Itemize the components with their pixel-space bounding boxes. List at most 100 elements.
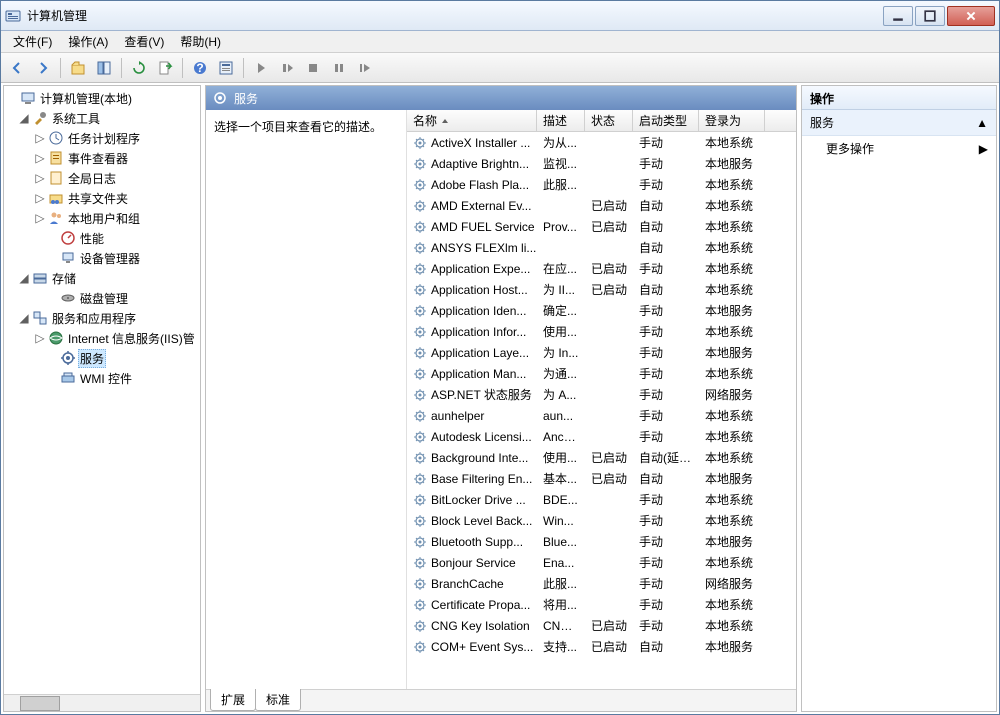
close-button[interactable]: [947, 6, 995, 26]
tree-task-scheduler[interactable]: ▷ 任务计划程序: [6, 128, 198, 148]
service-row[interactable]: Bluetooth Supp...Blue...手动本地服务: [407, 531, 796, 552]
users-icon: [48, 210, 64, 226]
log-icon: [48, 170, 64, 186]
tree-services[interactable]: 服务: [6, 348, 198, 368]
list-header: 名称 描述 状态 启动类型 登录为: [407, 110, 796, 132]
main-area: 计算机管理(本地) ◢ 系统工具 ▷ 任务计划程序 ▷ 事件查看器 ▷ 全局日志: [1, 83, 999, 714]
tree-shared-folders[interactable]: ▷ 共享文件夹: [6, 188, 198, 208]
collapse-icon: ▲: [976, 116, 988, 130]
storage-icon: [32, 270, 48, 286]
services-icon: [60, 350, 76, 366]
menu-action[interactable]: 操作(A): [60, 31, 116, 52]
service-row[interactable]: Base Filtering En...基本...已启动自动本地服务: [407, 468, 796, 489]
menu-view[interactable]: 查看(V): [116, 31, 172, 52]
service-row[interactable]: Application Host...为 II...已启动自动本地系统: [407, 279, 796, 300]
service-row[interactable]: BranchCache此服...手动网络服务: [407, 573, 796, 594]
window-title: 计算机管理: [27, 7, 883, 24]
minimize-button[interactable]: [883, 6, 913, 26]
tree-wmi[interactable]: WMI 控件: [6, 368, 198, 388]
column-startup[interactable]: 启动类型: [633, 110, 699, 131]
menubar: 文件(F) 操作(A) 查看(V) 帮助(H): [1, 31, 999, 53]
maximize-button[interactable]: [915, 6, 945, 26]
menu-file[interactable]: 文件(F): [5, 31, 60, 52]
actions-section[interactable]: 服务 ▲: [802, 110, 996, 136]
service-row[interactable]: Certificate Propa...将用...手动本地系统: [407, 594, 796, 615]
column-logon[interactable]: 登录为: [699, 110, 765, 131]
tree-device-manager[interactable]: 设备管理器: [6, 248, 198, 268]
iis-icon: [48, 330, 64, 346]
service-row[interactable]: Application Expe...在应...已启动手动本地系统: [407, 258, 796, 279]
pause-service-button[interactable]: [327, 56, 351, 80]
device-icon: [60, 250, 76, 266]
service-row[interactable]: CNG Key IsolationCNG...已启动手动本地系统: [407, 615, 796, 636]
tree-scrollbar-horizontal[interactable]: [4, 694, 200, 711]
titlebar: 计算机管理: [1, 1, 999, 31]
refresh-button[interactable]: [127, 56, 151, 80]
tree-performance[interactable]: 性能: [6, 228, 198, 248]
stop-service-button[interactable]: [301, 56, 325, 80]
event-icon: [48, 150, 64, 166]
service-row[interactable]: Application Infor...使用...手动本地系统: [407, 321, 796, 342]
toolbar: ?: [1, 53, 999, 83]
tab-standard[interactable]: 标准: [255, 689, 301, 711]
service-row[interactable]: COM+ Event Sys...支持...已启动自动本地服务: [407, 636, 796, 657]
menu-help[interactable]: 帮助(H): [172, 31, 229, 52]
tree-event-viewer[interactable]: ▷ 事件查看器: [6, 148, 198, 168]
services-header-icon: [212, 90, 228, 106]
column-name[interactable]: 名称: [407, 110, 537, 131]
service-row[interactable]: Application Laye...为 In...手动本地服务: [407, 342, 796, 363]
center-header: 服务: [206, 86, 796, 110]
export-button[interactable]: [153, 56, 177, 80]
tree-services-apps[interactable]: ◢ 服务和应用程序: [6, 308, 198, 328]
help-button[interactable]: ?: [188, 56, 212, 80]
service-row[interactable]: BitLocker Drive ...BDE...手动本地系统: [407, 489, 796, 510]
start-service-button[interactable]: [249, 56, 273, 80]
wmi-icon: [60, 370, 76, 386]
tab-extended[interactable]: 扩展: [210, 689, 256, 711]
service-row[interactable]: Bonjour ServiceEna...手动本地系统: [407, 552, 796, 573]
description-area: 选择一个项目来查看它的描述。: [206, 110, 406, 689]
service-row[interactable]: Block Level Back...Win...手动本地系统: [407, 510, 796, 531]
list-rows[interactable]: ActiveX Installer ...为从...手动本地系统Adaptive…: [407, 132, 796, 689]
service-row[interactable]: Application Iden...确定...手动本地服务: [407, 300, 796, 321]
tree-system-tools[interactable]: ◢ 系统工具: [6, 108, 198, 128]
properties-button[interactable]: [214, 56, 238, 80]
center-tabs: 扩展 标准: [206, 689, 796, 711]
service-row[interactable]: ASP.NET 状态服务为 A...手动网络服务: [407, 384, 796, 405]
service-row[interactable]: Adaptive Brightn...监视...手动本地服务: [407, 153, 796, 174]
service-row[interactable]: Autodesk Licensi...Anch...手动本地系统: [407, 426, 796, 447]
tree-storage[interactable]: ◢ 存储: [6, 268, 198, 288]
service-row[interactable]: Adobe Flash Pla...此服...手动本地系统: [407, 174, 796, 195]
performance-icon: [60, 230, 76, 246]
tree-local-users[interactable]: ▷ 本地用户和组: [6, 208, 198, 228]
service-row[interactable]: Background Inte...使用...已启动自动(延迟...本地系统: [407, 447, 796, 468]
service-row[interactable]: Application Man...为通...手动本地系统: [407, 363, 796, 384]
column-desc[interactable]: 描述: [537, 110, 585, 131]
pause-stop-button[interactable]: [275, 56, 299, 80]
tree-disk-management[interactable]: 磁盘管理: [6, 288, 198, 308]
service-row[interactable]: ActiveX Installer ...为从...手动本地系统: [407, 132, 796, 153]
nav-tree[interactable]: 计算机管理(本地) ◢ 系统工具 ▷ 任务计划程序 ▷ 事件查看器 ▷ 全局日志: [4, 86, 200, 694]
service-row[interactable]: AMD External Ev...已启动自动本地系统: [407, 195, 796, 216]
tree-iis[interactable]: ▷ Internet 信息服务(IIS)管: [6, 328, 198, 348]
computer-icon: [20, 90, 36, 106]
center-title: 服务: [234, 90, 258, 107]
actions-panel: 操作 服务 ▲ 更多操作 ▶: [801, 85, 997, 712]
actions-header: 操作: [802, 86, 996, 110]
chevron-right-icon: ▶: [979, 142, 988, 156]
sort-asc-icon: [441, 117, 449, 125]
show-hide-tree-button[interactable]: [92, 56, 116, 80]
column-status[interactable]: 状态: [585, 110, 633, 131]
service-row[interactable]: ANSYS FLEXlm li...自动本地系统: [407, 237, 796, 258]
app-icon: [5, 8, 21, 24]
back-button[interactable]: [5, 56, 29, 80]
actions-more[interactable]: 更多操作 ▶: [802, 136, 996, 161]
service-row[interactable]: aunhelperaun...手动本地系统: [407, 405, 796, 426]
tree-root[interactable]: 计算机管理(本地): [6, 88, 198, 108]
up-button[interactable]: [66, 56, 90, 80]
tree-global-logs[interactable]: ▷ 全局日志: [6, 168, 198, 188]
svg-text:?: ?: [196, 61, 203, 75]
forward-button[interactable]: [31, 56, 55, 80]
service-row[interactable]: AMD FUEL ServiceProv...已启动自动本地系统: [407, 216, 796, 237]
restart-service-button[interactable]: [353, 56, 377, 80]
